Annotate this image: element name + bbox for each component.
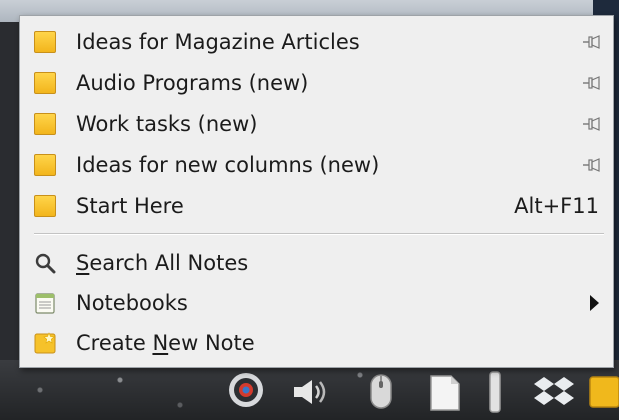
- volume-icon[interactable]: [290, 377, 332, 407]
- note-icon: [34, 195, 56, 217]
- menu-item-label: Search All Notes: [76, 251, 249, 275]
- menu-item-label: Notebooks: [76, 291, 188, 315]
- menu-item-note[interactable]: Work tasks (new): [20, 104, 613, 144]
- menu-item-note[interactable]: Ideas for new columns (new): [20, 145, 613, 185]
- menu-item-search-all-notes[interactable]: Search All Notes: [20, 243, 613, 283]
- menu-item-note[interactable]: Ideas for Magazine Articles: [20, 22, 613, 62]
- note-icon: [34, 72, 56, 94]
- pin-icon[interactable]: [583, 34, 601, 50]
- search-icon: [35, 253, 56, 274]
- scroll-handle-icon[interactable]: [487, 370, 503, 414]
- camera-app-icon[interactable]: [228, 371, 264, 409]
- note-title: Ideas for new columns (new): [76, 153, 380, 177]
- pin-icon[interactable]: [583, 75, 601, 91]
- dropbox-icon[interactable]: [534, 373, 574, 411]
- notebook-icon: [35, 293, 55, 314]
- app-tray-icon[interactable]: [588, 374, 619, 410]
- note-title: Start Here: [76, 194, 184, 218]
- mnemonic: N: [152, 331, 169, 355]
- menu-item-start-here[interactable]: Start Here Alt+F11: [20, 186, 613, 226]
- note-icon: [34, 31, 56, 53]
- note-title: Work tasks (new): [76, 112, 258, 136]
- note-title: Ideas for Magazine Articles: [76, 30, 360, 54]
- keyboard-shortcut: Alt+F11: [514, 194, 599, 218]
- menu-item-label: Create New Note: [76, 331, 255, 355]
- tomboy-notes-menu: Ideas for Magazine Articles Audio Progra…: [19, 15, 614, 368]
- note-icon: [34, 154, 56, 176]
- mouse-icon[interactable]: [363, 372, 399, 412]
- document-icon[interactable]: [425, 372, 465, 412]
- new-note-icon: [34, 332, 56, 354]
- mnemonic: S: [76, 251, 90, 275]
- note-icon: [34, 113, 56, 135]
- menu-item-create-new-note[interactable]: Create New Note: [20, 323, 613, 363]
- submenu-arrow-icon: [590, 295, 599, 311]
- menu-item-note[interactable]: Audio Programs (new): [20, 63, 613, 103]
- pin-icon[interactable]: [583, 116, 601, 132]
- note-title: Audio Programs (new): [76, 71, 309, 95]
- menu-item-notebooks[interactable]: Notebooks: [20, 283, 613, 323]
- menu-separator: [34, 233, 604, 235]
- pin-icon[interactable]: [583, 157, 601, 173]
